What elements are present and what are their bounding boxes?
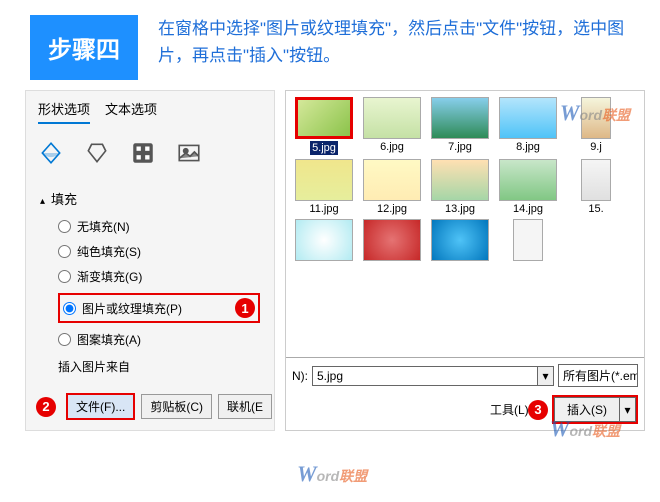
insert-from-label: 插入图片来自 xyxy=(58,358,260,375)
thumbnail-label: 8.jpg xyxy=(516,141,540,153)
thumbnail-item[interactable]: 8.jpg xyxy=(496,97,560,155)
watermark: Word联盟 xyxy=(297,461,367,487)
callout-badge-1: 1 xyxy=(235,298,255,318)
filename-label: N): xyxy=(292,369,308,383)
thumbnail-image xyxy=(513,219,543,261)
thumbnail-label: 14.jpg xyxy=(513,203,543,215)
thumbnail-item[interactable]: 5.jpg xyxy=(292,97,356,155)
radio-solid-fill[interactable]: 纯色填充(S) xyxy=(58,243,260,260)
thumbnail-item[interactable] xyxy=(428,219,492,261)
thumbnail-item[interactable]: 13.jpg xyxy=(428,159,492,215)
thumbnail-label: 6.jpg xyxy=(380,141,404,153)
thumbnail-image xyxy=(295,159,353,201)
picture-icon[interactable] xyxy=(176,140,202,171)
fill-line-icon[interactable] xyxy=(38,140,64,171)
thumbnail-image xyxy=(431,159,489,201)
callout-badge-3: 3 xyxy=(528,400,548,420)
tab-shape-options[interactable]: 形状选项 xyxy=(38,99,90,124)
thumbnail-image xyxy=(363,97,421,139)
file-browser: 5.jpg 6.jpg 7.jpg 8.jpg 9.j 11.jpg 12.jpg 13.jp… xyxy=(285,90,645,431)
thumbnail-image xyxy=(431,97,489,139)
thumbnail-image xyxy=(363,219,421,261)
thumbnail-image xyxy=(499,97,557,139)
thumbnail-image xyxy=(499,159,557,201)
thumbnail-label: 7.jpg xyxy=(448,141,472,153)
thumbnail-image xyxy=(581,159,611,201)
thumbnail-image xyxy=(431,219,489,261)
thumbnail-label: 15. xyxy=(588,203,603,215)
thumbnail-label: 13.jpg xyxy=(445,203,475,215)
radio-picture-fill-label: 图片或纹理填充(P) xyxy=(82,300,182,317)
watermark: Word联盟 xyxy=(550,416,620,442)
thumbnail-label: 11.jpg xyxy=(309,203,338,215)
filename-dropdown-icon[interactable]: ▾ xyxy=(538,366,554,386)
thumbnail-item[interactable]: 14.jpg xyxy=(496,159,560,215)
radio-solid-fill-label: 纯色填充(S) xyxy=(77,243,141,260)
clipboard-button[interactable]: 剪贴板(C) xyxy=(141,394,212,419)
thumbnail-item[interactable]: 6.jpg xyxy=(360,97,424,155)
radio-no-fill[interactable]: 无填充(N) xyxy=(58,218,260,235)
radio-pattern-fill[interactable]: 图案填充(A) xyxy=(58,331,260,348)
callout-badge-2: 2 xyxy=(36,397,56,417)
thumbnail-item[interactable] xyxy=(360,219,424,261)
thumbnail-label: 5.jpg xyxy=(310,141,338,155)
thumbnail-label: 9.j xyxy=(590,141,602,153)
thumbnail-item[interactable] xyxy=(496,219,560,261)
thumbnail-item[interactable]: 15. xyxy=(564,159,628,215)
online-button[interactable]: 联机(E xyxy=(218,394,272,419)
radio-gradient-fill[interactable]: 渐变填充(G) xyxy=(58,268,260,285)
radio-pattern-fill-label: 图案填充(A) xyxy=(77,331,141,348)
tab-text-options[interactable]: 文本选项 xyxy=(105,99,157,124)
filetype-filter[interactable]: 所有图片(*.em xyxy=(558,364,638,387)
watermark: Word联盟 xyxy=(560,100,630,126)
thumbnail-item[interactable]: 7.jpg xyxy=(428,97,492,155)
instruction-text: 在窗格中选择"图片或纹理填充"，然后点击"文件"按钮，选中图片，再点击"插入"按… xyxy=(158,15,640,69)
file-button[interactable]: 文件(F)... xyxy=(66,393,135,420)
fill-section-header[interactable]: 填充 xyxy=(40,189,260,208)
thumbnail-item[interactable] xyxy=(292,219,356,261)
effects-icon[interactable] xyxy=(84,140,110,171)
step-badge: 步骤四 xyxy=(30,15,138,80)
layout-icon[interactable] xyxy=(130,140,156,171)
radio-gradient-fill-label: 渐变填充(G) xyxy=(77,268,142,285)
radio-picture-fill[interactable]: 图片或纹理填充(P) xyxy=(63,300,182,317)
thumbnail-image xyxy=(363,159,421,201)
thumbnail-image xyxy=(295,219,353,261)
thumbnail-label: 12.jpg xyxy=(377,203,407,215)
filename-input[interactable] xyxy=(312,366,538,386)
thumbnail-image xyxy=(295,97,353,139)
insert-dropdown-icon[interactable]: ▾ xyxy=(620,397,636,422)
radio-no-fill-label: 无填充(N) xyxy=(77,218,130,235)
thumbnail-item[interactable]: 12.jpg xyxy=(360,159,424,215)
thumbnail-grid: 5.jpg 6.jpg 7.jpg 8.jpg 9.j 11.jpg 12.jpg 13.jp… xyxy=(286,91,644,357)
thumbnail-item[interactable]: 11.jpg xyxy=(292,159,356,215)
format-sidebar: 形状选项 文本选项 填充 无填充(N) 纯色填充(S) 渐变填充(G) 图片或纹… xyxy=(25,90,275,431)
